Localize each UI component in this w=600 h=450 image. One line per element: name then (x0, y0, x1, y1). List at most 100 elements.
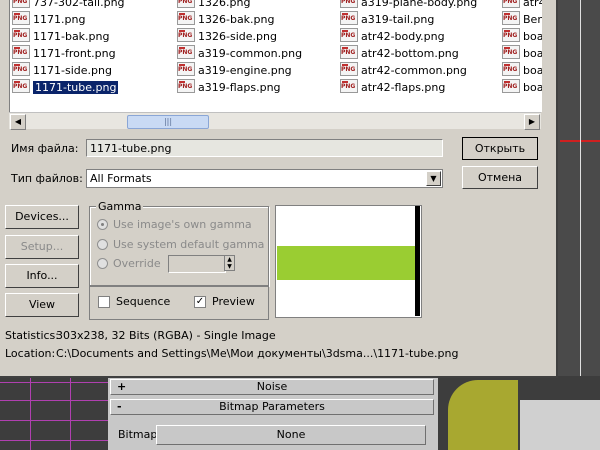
gamma-system-radio[interactable] (97, 239, 108, 250)
file-list-item[interactable]: boat- (502, 28, 542, 44)
file-name: atr42-bottom.png (361, 47, 459, 60)
scene-floor (520, 400, 600, 450)
png-file-icon (340, 62, 358, 76)
file-list-item[interactable]: atr42-body.png (340, 28, 445, 44)
file-list-item[interactable]: a319-flaps.png (177, 79, 281, 95)
location-label: Location: (5, 347, 56, 360)
file-list-item[interactable]: boat- (502, 62, 542, 78)
png-file-icon (177, 28, 195, 42)
chevron-down-icon[interactable]: ▼ (426, 171, 441, 186)
png-file-icon (502, 28, 520, 42)
bitmap-select-button[interactable]: None (156, 425, 426, 445)
sequence-label: Sequence (116, 295, 171, 308)
file-list-item[interactable]: 1171-front.png (12, 45, 116, 61)
scroll-left-button[interactable]: ◀ (10, 114, 26, 130)
sequence-checkbox[interactable] (98, 296, 110, 308)
bitmap-parameters-rollout[interactable]: - Bitmap Parameters (110, 399, 434, 415)
file-list-item[interactable]: boat- (502, 45, 542, 61)
file-name: atr42-common.png (361, 64, 467, 77)
file-name: 1326-bak.png (198, 13, 275, 26)
file-list-item[interactable]: 1171.png (12, 11, 85, 27)
preview-checkbox[interactable]: ✓ (194, 296, 206, 308)
file-list-item[interactable]: atr42-common.png (340, 62, 467, 78)
file-list-item[interactable]: 1171-bak.png (12, 28, 110, 44)
file-list-item[interactable]: 1171-tube.png (12, 79, 119, 95)
override-gamma-input[interactable] (168, 255, 226, 273)
statistics-value: 303x238, 32 Bits (RGBA) - Single Image (56, 329, 276, 342)
file-list-item[interactable]: a319-tail.png (340, 11, 434, 27)
file-name: boat- (523, 47, 542, 60)
gamma-override-radio[interactable] (97, 258, 108, 269)
file-name: a319-plane-body.png (361, 0, 478, 9)
devices-button[interactable]: Devices... (5, 205, 79, 229)
filename-input[interactable]: 1171-tube.png (86, 139, 443, 157)
png-file-icon (177, 45, 195, 59)
preview-image-band (277, 246, 417, 280)
scene-grid-line (580, 0, 581, 376)
file-name: boat- (523, 81, 542, 94)
file-list-scrollbar[interactable]: ◀ ||| ▶ (9, 112, 541, 130)
preview-image-edge (415, 206, 420, 316)
png-file-icon (502, 0, 520, 8)
override-spinner[interactable]: ▲ ▼ (224, 255, 235, 271)
png-file-icon (340, 45, 358, 59)
png-file-icon (502, 79, 520, 93)
file-list-item[interactable]: atr42-flaps.png (340, 79, 445, 95)
open-button[interactable]: Открыть (462, 137, 538, 160)
filetype-select[interactable]: All Formats ▼ (86, 169, 443, 188)
file-list-item[interactable]: BenS (502, 11, 542, 27)
viewport-right-edge (558, 0, 600, 376)
file-list-item[interactable]: 737-302-tail.png (12, 0, 125, 10)
png-file-icon (502, 11, 520, 25)
noise-rollout-label: Noise (256, 380, 288, 393)
info-button[interactable]: Info... (5, 264, 79, 288)
file-list-item[interactable]: 1326-bak.png (177, 11, 275, 27)
rollout-expand-sign: + (117, 380, 127, 393)
bitmap-label: Bitmap: (118, 428, 162, 441)
scene-grid-line (30, 376, 31, 450)
file-name: 1326-side.png (198, 30, 277, 43)
png-file-icon (340, 28, 358, 42)
file-list-item[interactable]: 1326.png (177, 0, 250, 10)
png-file-icon (177, 11, 195, 25)
setup-button[interactable]: Setup... (5, 235, 79, 259)
filetype-value: All Formats (90, 172, 152, 185)
file-name: 1171-bak.png (33, 30, 110, 43)
file-name: boat- (523, 64, 542, 77)
location-value: C:\Documents and Settings\Me\Мои докумен… (56, 347, 459, 360)
file-list-item[interactable]: a319-engine.png (177, 62, 292, 78)
file-list-item[interactable]: atr42- (502, 0, 542, 10)
filename-label: Имя файла: (11, 142, 79, 155)
scroll-right-button[interactable]: ▶ (524, 114, 540, 130)
png-file-icon (12, 11, 30, 25)
file-list-item[interactable]: boat- (502, 79, 542, 95)
scene-object-yellow (448, 380, 518, 450)
file-list[interactable]: 737-302-tail.png 1171.png 1171-bak.png 1171… (9, 0, 542, 112)
scroll-thumb[interactable]: ||| (127, 115, 209, 129)
cancel-button[interactable]: Отмена (462, 166, 538, 189)
file-list-item[interactable]: 1326-side.png (177, 28, 277, 44)
png-file-icon (177, 0, 195, 8)
view-button[interactable]: View (5, 293, 79, 317)
file-list-item[interactable]: a319-plane-body.png (340, 0, 477, 10)
png-file-icon (340, 11, 358, 25)
statistics-label: Statistics: (5, 329, 59, 342)
file-name: a319-tail.png (361, 13, 435, 26)
png-file-icon (12, 45, 30, 59)
rollout-collapse-sign: - (117, 400, 122, 413)
file-list-item[interactable]: a319-common.png (177, 45, 302, 61)
png-file-icon (177, 79, 195, 93)
noise-rollout[interactable]: + Noise (110, 379, 434, 395)
png-file-icon (502, 62, 520, 76)
file-name: 1171-front.png (33, 47, 116, 60)
file-name: atr42-flaps.png (361, 81, 446, 94)
file-list-item[interactable]: atr42-bottom.png (340, 45, 459, 61)
file-name: a319-engine.png (198, 64, 292, 77)
png-file-icon (12, 62, 30, 76)
file-name: 1171-side.png (33, 64, 112, 77)
gamma-system-label: Use system default gamma (113, 238, 265, 251)
gamma-own-radio[interactable] (97, 219, 108, 230)
file-list-item[interactable]: 1171-side.png (12, 62, 112, 78)
scene-grid-line (0, 440, 108, 441)
gamma-own-label: Use image's own gamma (113, 218, 252, 231)
